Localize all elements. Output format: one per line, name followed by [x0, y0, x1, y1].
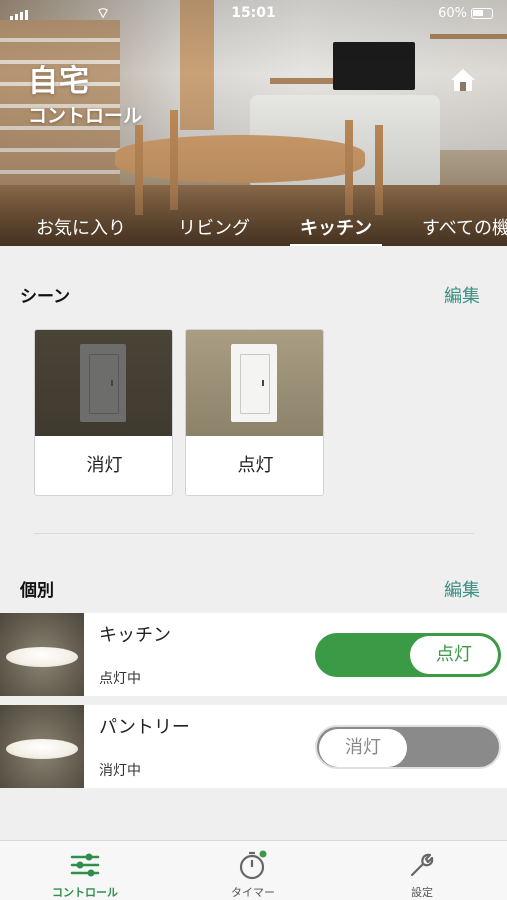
scene-card-off[interactable]: 消灯 — [34, 329, 173, 496]
tab-favorites[interactable]: お気に入り — [36, 214, 126, 246]
device-name: パントリー — [99, 717, 190, 738]
device-toggle[interactable]: 消灯 — [315, 725, 501, 769]
battery-percent: 60% — [438, 6, 467, 21]
scene-card-on[interactable]: 点灯 — [185, 329, 324, 496]
status-bar: ⌔ 15:01 60% — [0, 0, 507, 28]
room-tabs: お気に入り リビング キッチン すべての機 — [0, 208, 507, 246]
toggle-label: 点灯 — [410, 636, 498, 674]
status-time: 15:01 — [231, 5, 276, 21]
timer-icon — [239, 850, 267, 880]
wall-switch-icon — [231, 344, 277, 422]
devices-edit-button[interactable]: 編集 — [444, 576, 480, 602]
tab-living[interactable]: リビング — [178, 214, 250, 246]
nav-label: タイマー — [231, 886, 275, 899]
tab-all-devices[interactable]: すべての機 — [422, 214, 507, 246]
device-thumbnail — [0, 705, 84, 788]
scenes-edit-button[interactable]: 編集 — [444, 282, 480, 308]
device-thumbnail — [0, 613, 84, 696]
device-row-kitchen[interactable]: キッチン 点灯中 点灯 — [0, 613, 507, 696]
scenes-title: シーン — [20, 287, 71, 307]
device-state: 点灯中 — [99, 671, 141, 687]
section-divider — [34, 533, 474, 534]
scene-label: 消灯 — [86, 455, 123, 476]
nav-label: 設定 — [411, 886, 433, 899]
device-state: 消灯中 — [99, 763, 141, 779]
device-name: キッチン — [99, 625, 171, 646]
device-row-pantry[interactable]: パントリー 消灯中 消灯 — [0, 705, 507, 788]
page-title: 自宅 — [28, 64, 90, 99]
home-icon[interactable] — [449, 66, 477, 94]
bottom-navigation: コントロール タイマー 設定 — [0, 840, 507, 900]
wall-switch-icon — [80, 344, 126, 422]
toggle-label: 消灯 — [319, 729, 407, 767]
scene-on-image — [186, 330, 323, 436]
nav-label: コントロール — [52, 886, 118, 899]
downlight-icon — [6, 739, 78, 759]
tab-kitchen[interactable]: キッチン — [290, 214, 382, 246]
downlight-icon — [6, 647, 78, 667]
nav-control[interactable]: コントロール — [25, 841, 145, 900]
wrench-icon — [410, 853, 434, 877]
device-toggle[interactable]: 点灯 — [315, 633, 501, 677]
battery-icon — [471, 8, 493, 19]
nav-settings[interactable]: 設定 — [362, 841, 482, 900]
nav-timer[interactable]: タイマー — [193, 841, 313, 900]
scene-label: 点灯 — [237, 455, 274, 476]
scene-off-image — [35, 330, 172, 436]
sliders-icon — [70, 853, 100, 877]
devices-title: 個別 — [20, 581, 54, 601]
page-subtitle: コントロール — [28, 105, 143, 127]
